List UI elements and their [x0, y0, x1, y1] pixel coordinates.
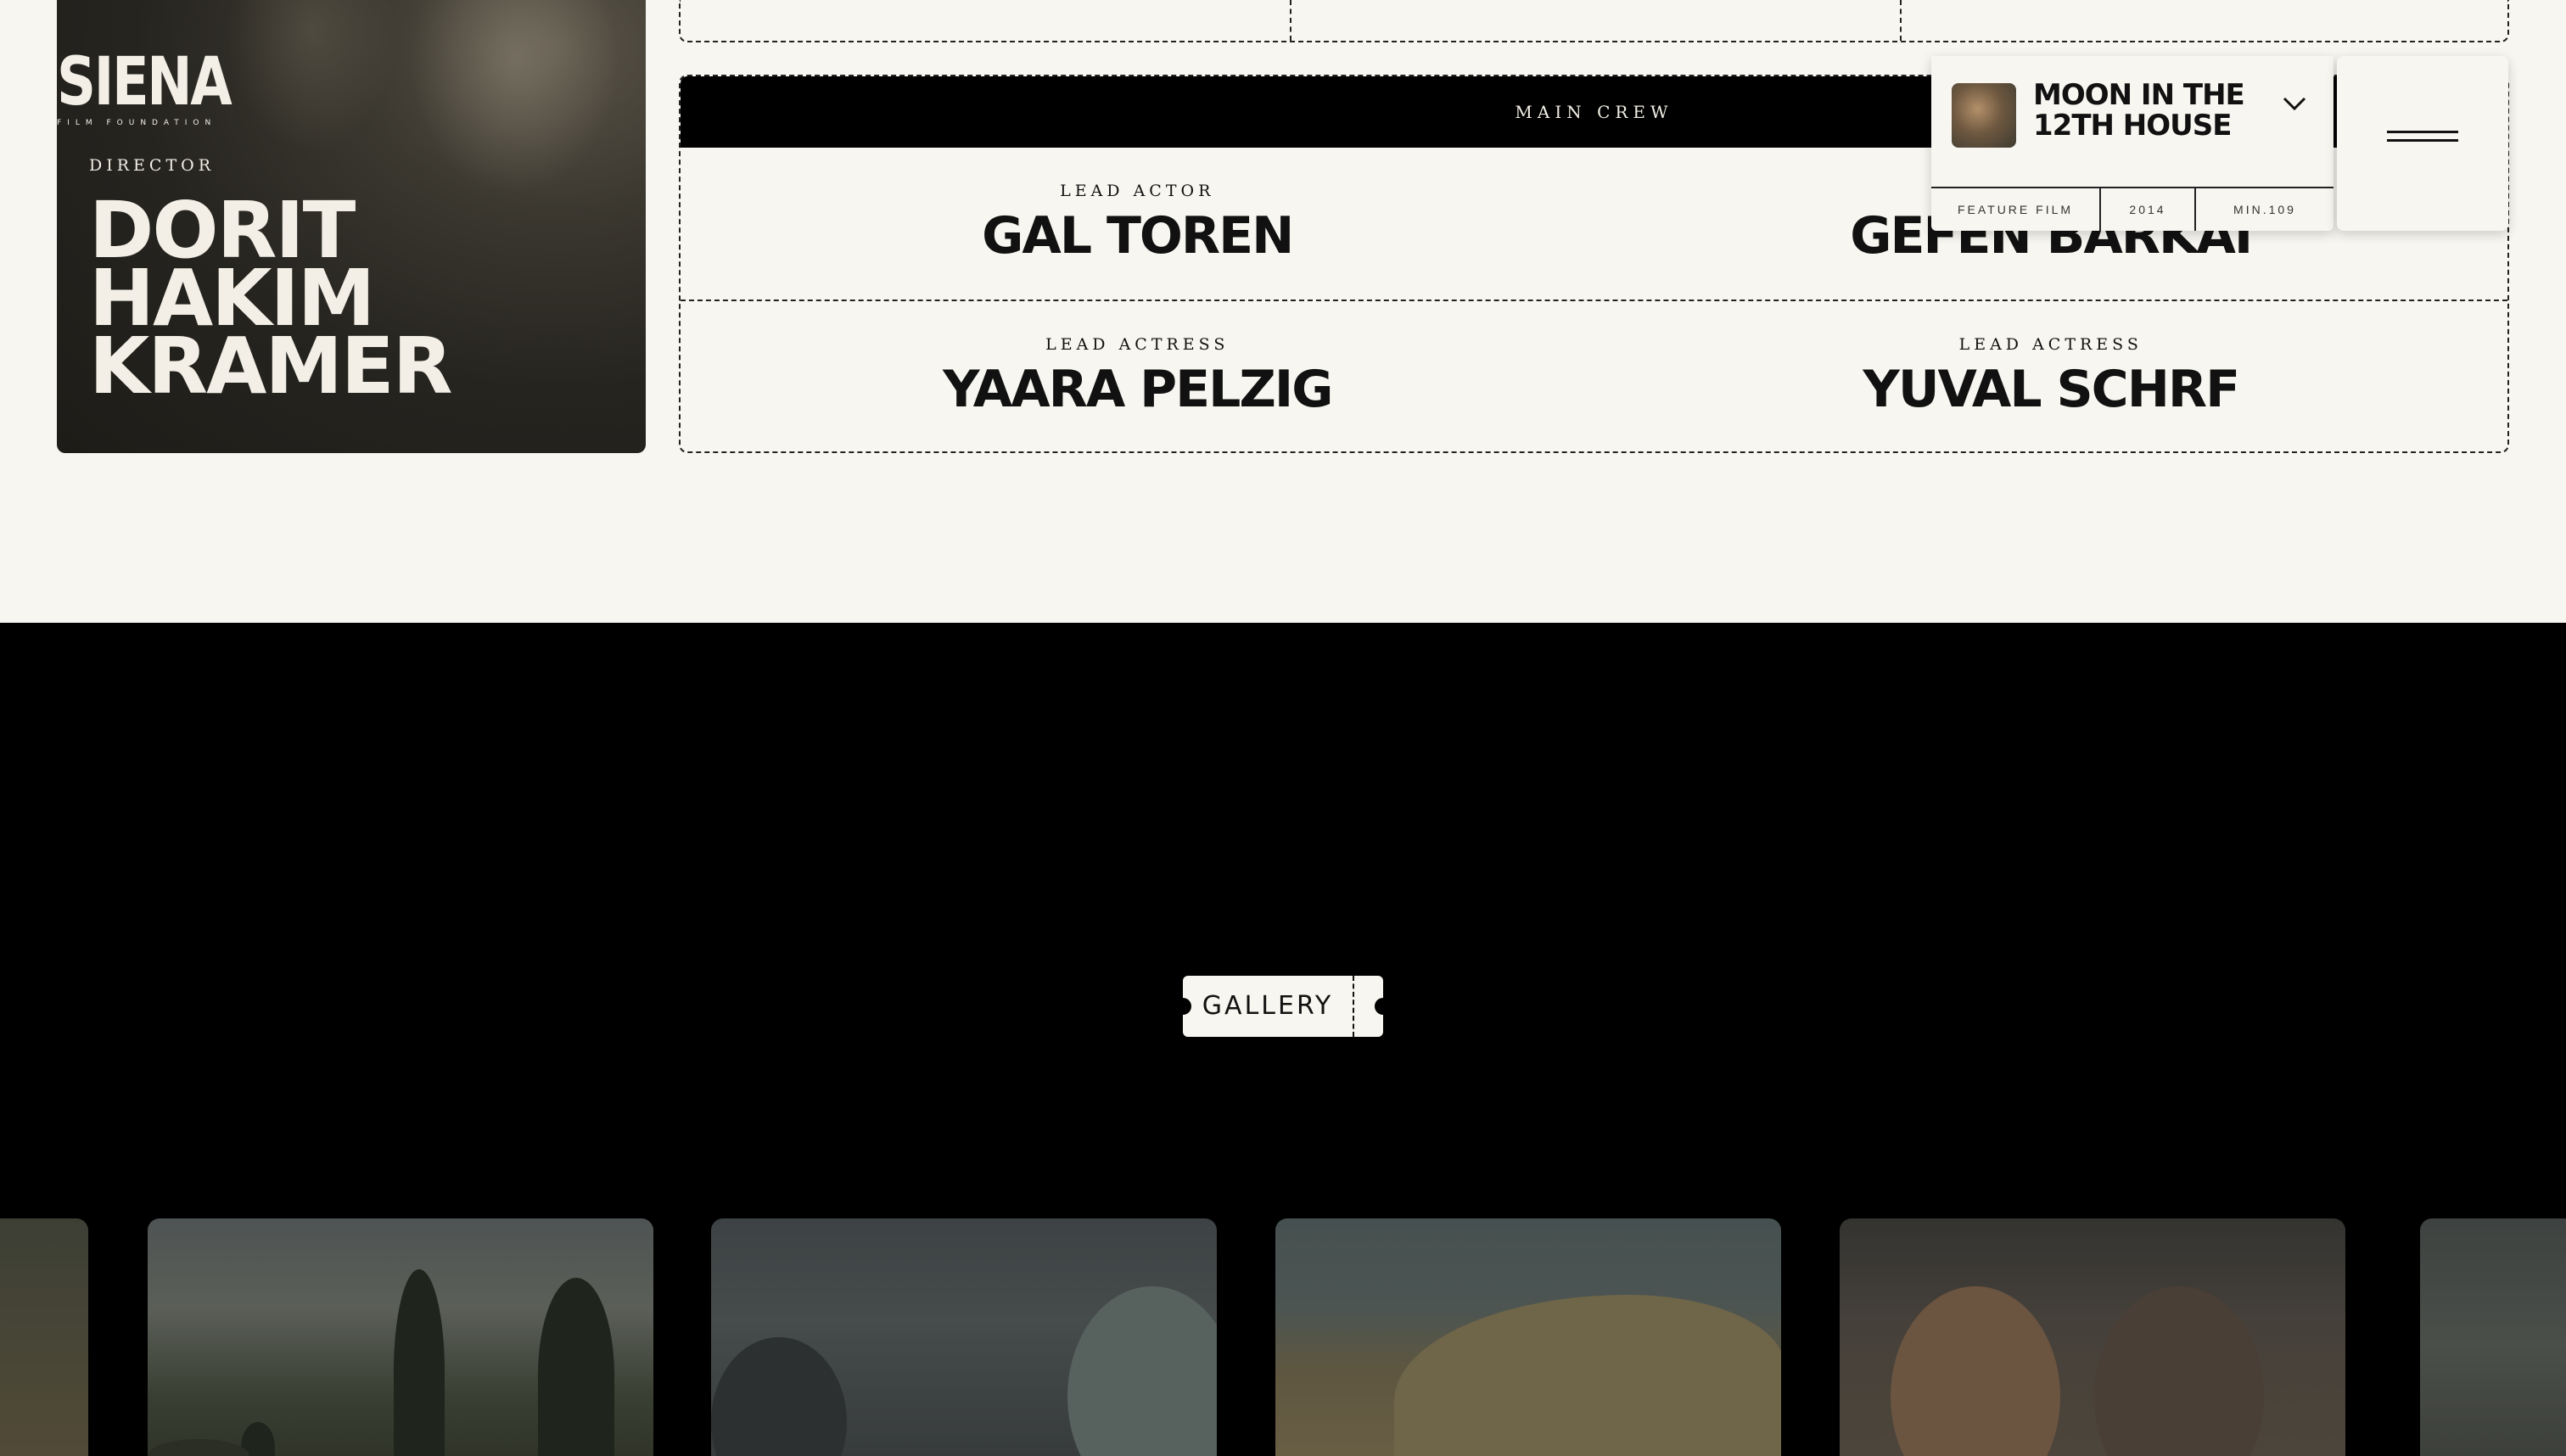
- figure-shape: [2094, 1286, 2264, 1456]
- crew-row: LEAD ACTRESS YAARA PELZIG LEAD ACTRESS Y…: [681, 301, 2508, 451]
- table-divider: [1900, 0, 1902, 41]
- crew-cell: LEAD ACTRESS YUVAL SCHRF: [1594, 301, 2508, 451]
- figure-shape: [1067, 1286, 1217, 1456]
- director-card: SIENA FILM FOUNDATION DIRECTOR DORIT HAK…: [57, 0, 646, 453]
- gallery-button-label: GALLERY: [1202, 991, 1334, 1021]
- ticket-notch: [1375, 998, 1392, 1015]
- film-meta: FEATURE FILM 2014 MIN.109: [1931, 187, 2333, 231]
- gallery-frame[interactable]: [2420, 1218, 2566, 1456]
- gallery-frame[interactable]: [148, 1218, 653, 1456]
- chevron-down-icon[interactable]: [2277, 87, 2311, 120]
- rock-shape: [1394, 1295, 1781, 1456]
- table-divider: [1290, 0, 1291, 41]
- gallery-frame[interactable]: [1275, 1218, 1781, 1456]
- tree-shape: [394, 1269, 445, 1456]
- hamburger-menu-icon[interactable]: [2387, 131, 2458, 148]
- crew-role: LEAD ACTRESS: [1045, 335, 1230, 354]
- director-photo-highlight: [408, 0, 620, 195]
- crew-section: SIENA FILM FOUNDATION DIRECTOR DORIT HAK…: [0, 0, 2566, 623]
- gallery-frame[interactable]: [711, 1218, 1217, 1456]
- film-title: MOON IN THE 12TH HOUSE: [2033, 78, 2245, 143]
- crew-name: YAARA PELZIG: [943, 360, 1333, 419]
- director-name: DORIT HAKIM KRAMER: [89, 192, 453, 412]
- crew-cell: LEAD ACTRESS YAARA PELZIG: [681, 301, 1594, 451]
- film-type: FEATURE FILM: [1931, 188, 2101, 231]
- film-year: 2014: [2101, 188, 2196, 231]
- gallery-button[interactable]: GALLERY: [1174, 976, 1392, 1037]
- gallery-section: GALLERY: [0, 623, 2566, 1456]
- film-thumbnail: [1952, 83, 2016, 148]
- tree-shape: [538, 1278, 614, 1456]
- ticket-perforation: [1353, 976, 1354, 1037]
- figure-shape: [1891, 1286, 2060, 1456]
- menu-button[interactable]: [2337, 56, 2508, 231]
- crew-role: LEAD ACTRESS: [1958, 335, 2143, 354]
- previous-table-bottom: [679, 0, 2509, 42]
- gallery-frame[interactable]: [1840, 1218, 2345, 1456]
- film-duration: MIN.109: [2233, 203, 2296, 216]
- crew-role: LEAD ACTOR: [1060, 182, 1215, 200]
- crew-cell: LEAD ACTOR GAL TOREN: [681, 148, 1594, 300]
- film-selector[interactable]: MOON IN THE 12TH HOUSE FEATURE FILM 2014…: [1931, 56, 2333, 231]
- tree-shape: [148, 1439, 249, 1456]
- director-name-line: KRAMER: [89, 321, 453, 412]
- crew-name: GAL TOREN: [982, 206, 1294, 266]
- siena-logo[interactable]: SIENA FILM FOUNDATION: [57, 44, 233, 127]
- gallery-frame[interactable]: [0, 1218, 88, 1456]
- director-photo-highlight-2: [227, 0, 396, 153]
- director-label: DIRECTOR: [89, 156, 216, 175]
- figure-shape: [711, 1337, 847, 1456]
- logo-wordmark: SIENA: [57, 44, 233, 120]
- crew-name: YUVAL SCHRF: [1863, 360, 2240, 419]
